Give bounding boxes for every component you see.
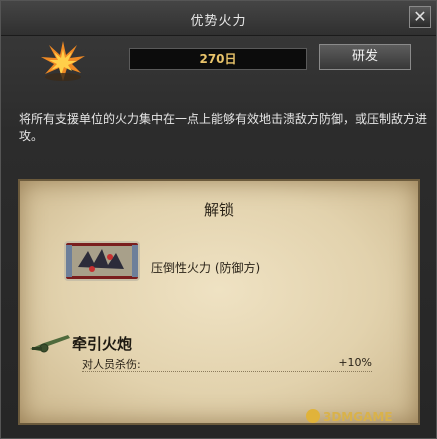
research-window: 优势火力 ✕ 270日 研发 将所有支援单位的火力集中在一点上能够有效地击溃敌方… <box>0 0 437 439</box>
stat-label: 对人员杀伤: <box>82 358 141 371</box>
unlock-panel: 解锁 压倒性火力 (防御方) 牵引火炮 对人员杀伤: +10% <box>18 179 420 425</box>
window-title: 优势火力 <box>190 14 247 29</box>
title-bar: 优势火力 ✕ <box>1 1 436 36</box>
unit-name: 牵引火炮 <box>72 335 133 353</box>
unlock-title: 解锁 <box>203 201 234 219</box>
research-button[interactable]: 研发 <box>319 44 411 70</box>
suppressive-fire-icon[interactable] <box>64 241 140 281</box>
watermark-logo-icon <box>306 409 320 423</box>
close-button[interactable]: ✕ <box>409 6 431 28</box>
unlock-item-label: 压倒性火力 (防御方) <box>151 261 261 275</box>
explosion-icon <box>41 41 85 81</box>
research-days: 270日 <box>129 48 307 70</box>
tech-description: 将所有支援单位的火力集中在一点上能够有效地击溃敌方防御，或压制敌方进攻。 <box>19 112 428 143</box>
stat-row: 对人员杀伤: +10% <box>82 355 372 372</box>
watermark-text: 3DMGAME <box>323 410 393 424</box>
watermark: 3DMGAME <box>306 409 393 424</box>
stat-value: +10% <box>338 356 372 369</box>
towed-artillery-icon <box>30 335 70 353</box>
